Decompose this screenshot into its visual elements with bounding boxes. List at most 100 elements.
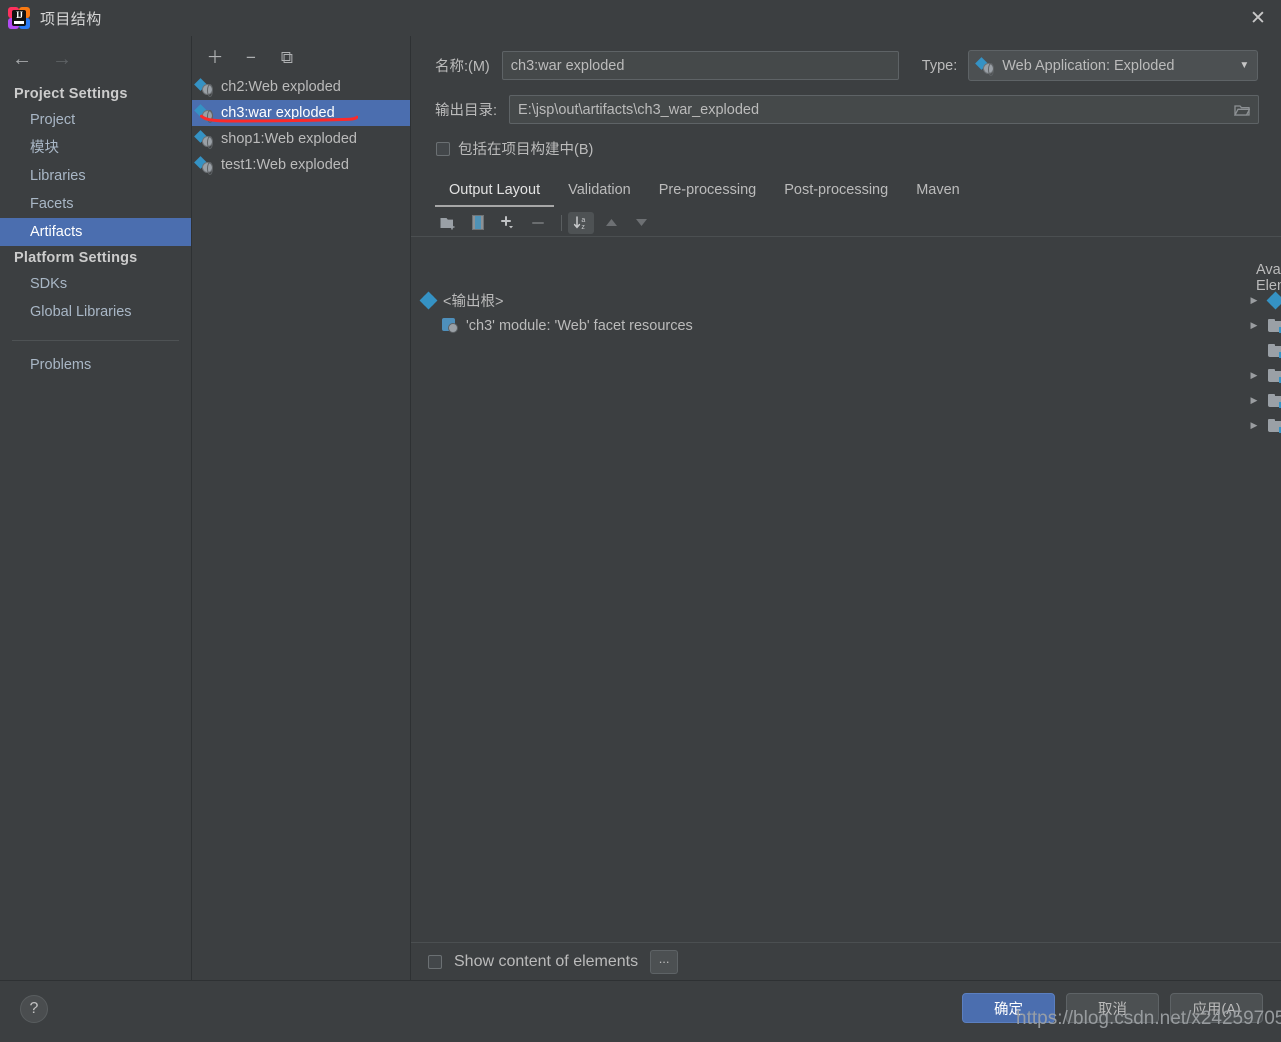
move-up-icon[interactable] xyxy=(598,212,624,234)
expander-icon[interactable]: ▶ xyxy=(1247,370,1261,381)
output-dir-row: 输出目录: E:\jsp\out\artifacts\ch3_war_explo… xyxy=(411,95,1281,124)
include-in-build-label: 包括在项目构建中(B) xyxy=(458,142,594,158)
artifact-detail-pane: 名称:(M) ch3:war exploded Type: Web Applic… xyxy=(411,36,1281,980)
sidebar-item-global-libraries[interactable]: Global Libraries xyxy=(0,298,191,326)
tab-validation[interactable]: Validation xyxy=(554,182,645,207)
create-directory-icon[interactable] xyxy=(435,212,461,234)
dialog-footer: ? 确定 取消 应用(A) xyxy=(0,980,1281,1042)
artifact-label: shop1:Web exploded xyxy=(221,131,357,147)
artifact-list-toolbar: ＋ − ⧉ xyxy=(192,42,410,72)
remove-element-icon[interactable] xyxy=(525,212,551,234)
ok-button[interactable]: 确定 xyxy=(962,993,1055,1023)
sidebar-group-platform-settings: Platform Settings xyxy=(14,250,138,266)
show-content-label: Show content of elements xyxy=(454,952,639,970)
list-item[interactable]: ch2:Web exploded xyxy=(192,74,410,100)
sidebar-item-facets[interactable]: Facets xyxy=(0,190,191,218)
type-label: Type: xyxy=(921,57,958,74)
expander-icon[interactable]: ▶ xyxy=(1247,295,1261,306)
expander-icon[interactable]: ▶ xyxy=(1247,395,1261,406)
tree-row[interactable]: ▶ test1 xyxy=(1247,388,1281,413)
output-dir-input[interactable]: E:\jsp\out\artifacts\ch3_war_exploded xyxy=(509,95,1259,124)
artifact-root-icon xyxy=(419,291,438,310)
sidebar-item-problems[interactable]: Problems xyxy=(0,351,191,379)
artifact-label: ch2:Web exploded xyxy=(221,79,341,95)
artifacts-icon xyxy=(1266,291,1281,310)
tree-row[interactable]: 'ch3' module: 'Web' facet resources xyxy=(411,313,841,338)
tab-post-processing[interactable]: Post-processing xyxy=(770,182,902,207)
more-options-button[interactable]: ... xyxy=(650,949,679,974)
artifact-type-value: Web Application: Exploded xyxy=(1002,57,1175,74)
sidebar-item-project[interactable]: Project xyxy=(0,106,191,134)
module-icon xyxy=(1268,343,1281,358)
expander-icon[interactable]: ▶ xyxy=(1247,320,1261,331)
tab-pre-processing[interactable]: Pre-processing xyxy=(645,182,771,207)
web-artifact-icon xyxy=(194,78,214,97)
show-content-checkbox[interactable] xyxy=(428,954,442,969)
module-icon xyxy=(1268,318,1281,333)
apply-button[interactable]: 应用(A) xyxy=(1170,993,1263,1023)
web-artifact-icon xyxy=(194,104,214,123)
artifact-name-input[interactable]: ch3:war exploded xyxy=(501,51,899,80)
include-in-build-row[interactable]: 包括在项目构建中(B) xyxy=(411,138,1281,159)
remove-artifact-button[interactable]: − xyxy=(242,48,260,66)
dialog-body: ← → Project Settings Project 模块 Librarie… xyxy=(0,36,1281,980)
web-artifact-icon xyxy=(194,130,214,149)
name-type-row: 名称:(M) ch3:war exploded Type: Web Applic… xyxy=(411,50,1281,81)
move-down-icon[interactable] xyxy=(628,212,654,234)
sidebar-nav: ← → xyxy=(0,42,191,76)
sidebar-item-sdks[interactable]: SDKs xyxy=(0,270,191,298)
toolbar-separator xyxy=(561,214,562,231)
detail-bottom-controls: Show content of elements ... xyxy=(411,942,1281,980)
add-artifact-button[interactable]: ＋ xyxy=(206,48,224,66)
detail-tabs: Output Layout Validation Pre-processing … xyxy=(411,175,1281,207)
artifact-list: ch2:Web exploded ch3:war exploded shop1:… xyxy=(192,74,410,178)
web-artifact-icon xyxy=(194,156,214,175)
sort-alphabetically-icon[interactable]: a z xyxy=(568,211,594,234)
tree-node-label: <输出根> xyxy=(443,294,504,310)
title-bar: IJ 项目结构 ✕ xyxy=(0,0,1281,36)
list-item[interactable]: ch3:war exploded xyxy=(192,100,410,126)
module-icon xyxy=(1268,393,1281,408)
output-layout-toolbar: a z xyxy=(411,209,1281,237)
settings-sidebar: ← → Project Settings Project 模块 Librarie… xyxy=(0,36,192,980)
sidebar-item-artifacts[interactable]: Artifacts xyxy=(0,218,191,246)
tree-row[interactable]: ▶ test2 xyxy=(1247,413,1281,438)
available-elements-tree: ▶ Artifacts ▶ ch2 ch3 ▶ shop1 ▶ xyxy=(1247,288,1281,438)
list-item[interactable]: shop1:Web exploded xyxy=(192,126,410,152)
tree-row[interactable]: ch3 xyxy=(1247,338,1281,363)
include-in-build-checkbox[interactable] xyxy=(436,141,450,156)
module-icon xyxy=(1268,368,1281,383)
back-arrow-icon[interactable]: ← xyxy=(12,49,32,69)
module-icon xyxy=(1268,418,1281,433)
add-copy-of-icon[interactable] xyxy=(495,212,521,234)
artifact-label: test1:Web exploded xyxy=(221,157,349,173)
expander-icon[interactable]: ▶ xyxy=(1247,420,1261,431)
intellij-idea-icon: IJ xyxy=(8,7,30,29)
artifact-list-panel: ＋ − ⧉ ch2:Web exploded ch3:war exploded … xyxy=(192,36,411,980)
tree-row[interactable]: ▶ ch2 xyxy=(1247,313,1281,338)
create-archive-icon[interactable] xyxy=(465,212,491,234)
sidebar-divider xyxy=(12,340,179,341)
window-title: 项目结构 xyxy=(40,10,102,28)
tree-row[interactable]: ▶ Artifacts xyxy=(1247,288,1281,313)
browse-folder-icon[interactable] xyxy=(1234,103,1250,116)
tab-output-layout[interactable]: Output Layout xyxy=(435,182,555,207)
tree-node-label: 'ch3' module: 'Web' facet resources xyxy=(466,317,693,334)
name-label: 名称:(M) xyxy=(435,59,490,75)
artifact-label: ch3:war exploded xyxy=(221,105,335,121)
copy-artifact-button[interactable]: ⧉ xyxy=(278,48,296,66)
help-button[interactable]: ? xyxy=(20,995,48,1023)
svg-text:a: a xyxy=(581,217,585,224)
sidebar-item-modules[interactable]: 模块 xyxy=(0,134,191,162)
sidebar-item-libraries[interactable]: Libraries xyxy=(0,162,191,190)
tree-row[interactable]: <输出根> xyxy=(411,288,841,313)
cancel-button[interactable]: 取消 xyxy=(1066,993,1159,1023)
forward-arrow-icon[interactable]: → xyxy=(52,49,72,69)
list-item[interactable]: test1:Web exploded xyxy=(192,152,410,178)
artifact-type-dropdown[interactable]: Web Application: Exploded ▼ xyxy=(968,50,1259,81)
close-icon[interactable]: ✕ xyxy=(1235,0,1281,36)
tab-maven[interactable]: Maven xyxy=(902,182,974,207)
tree-row[interactable]: ▶ shop1 xyxy=(1247,363,1281,388)
output-layout-tree: <输出根> 'ch3' module: 'Web' facet resource… xyxy=(411,288,841,338)
sidebar-group-project-settings: Project Settings xyxy=(14,86,128,102)
